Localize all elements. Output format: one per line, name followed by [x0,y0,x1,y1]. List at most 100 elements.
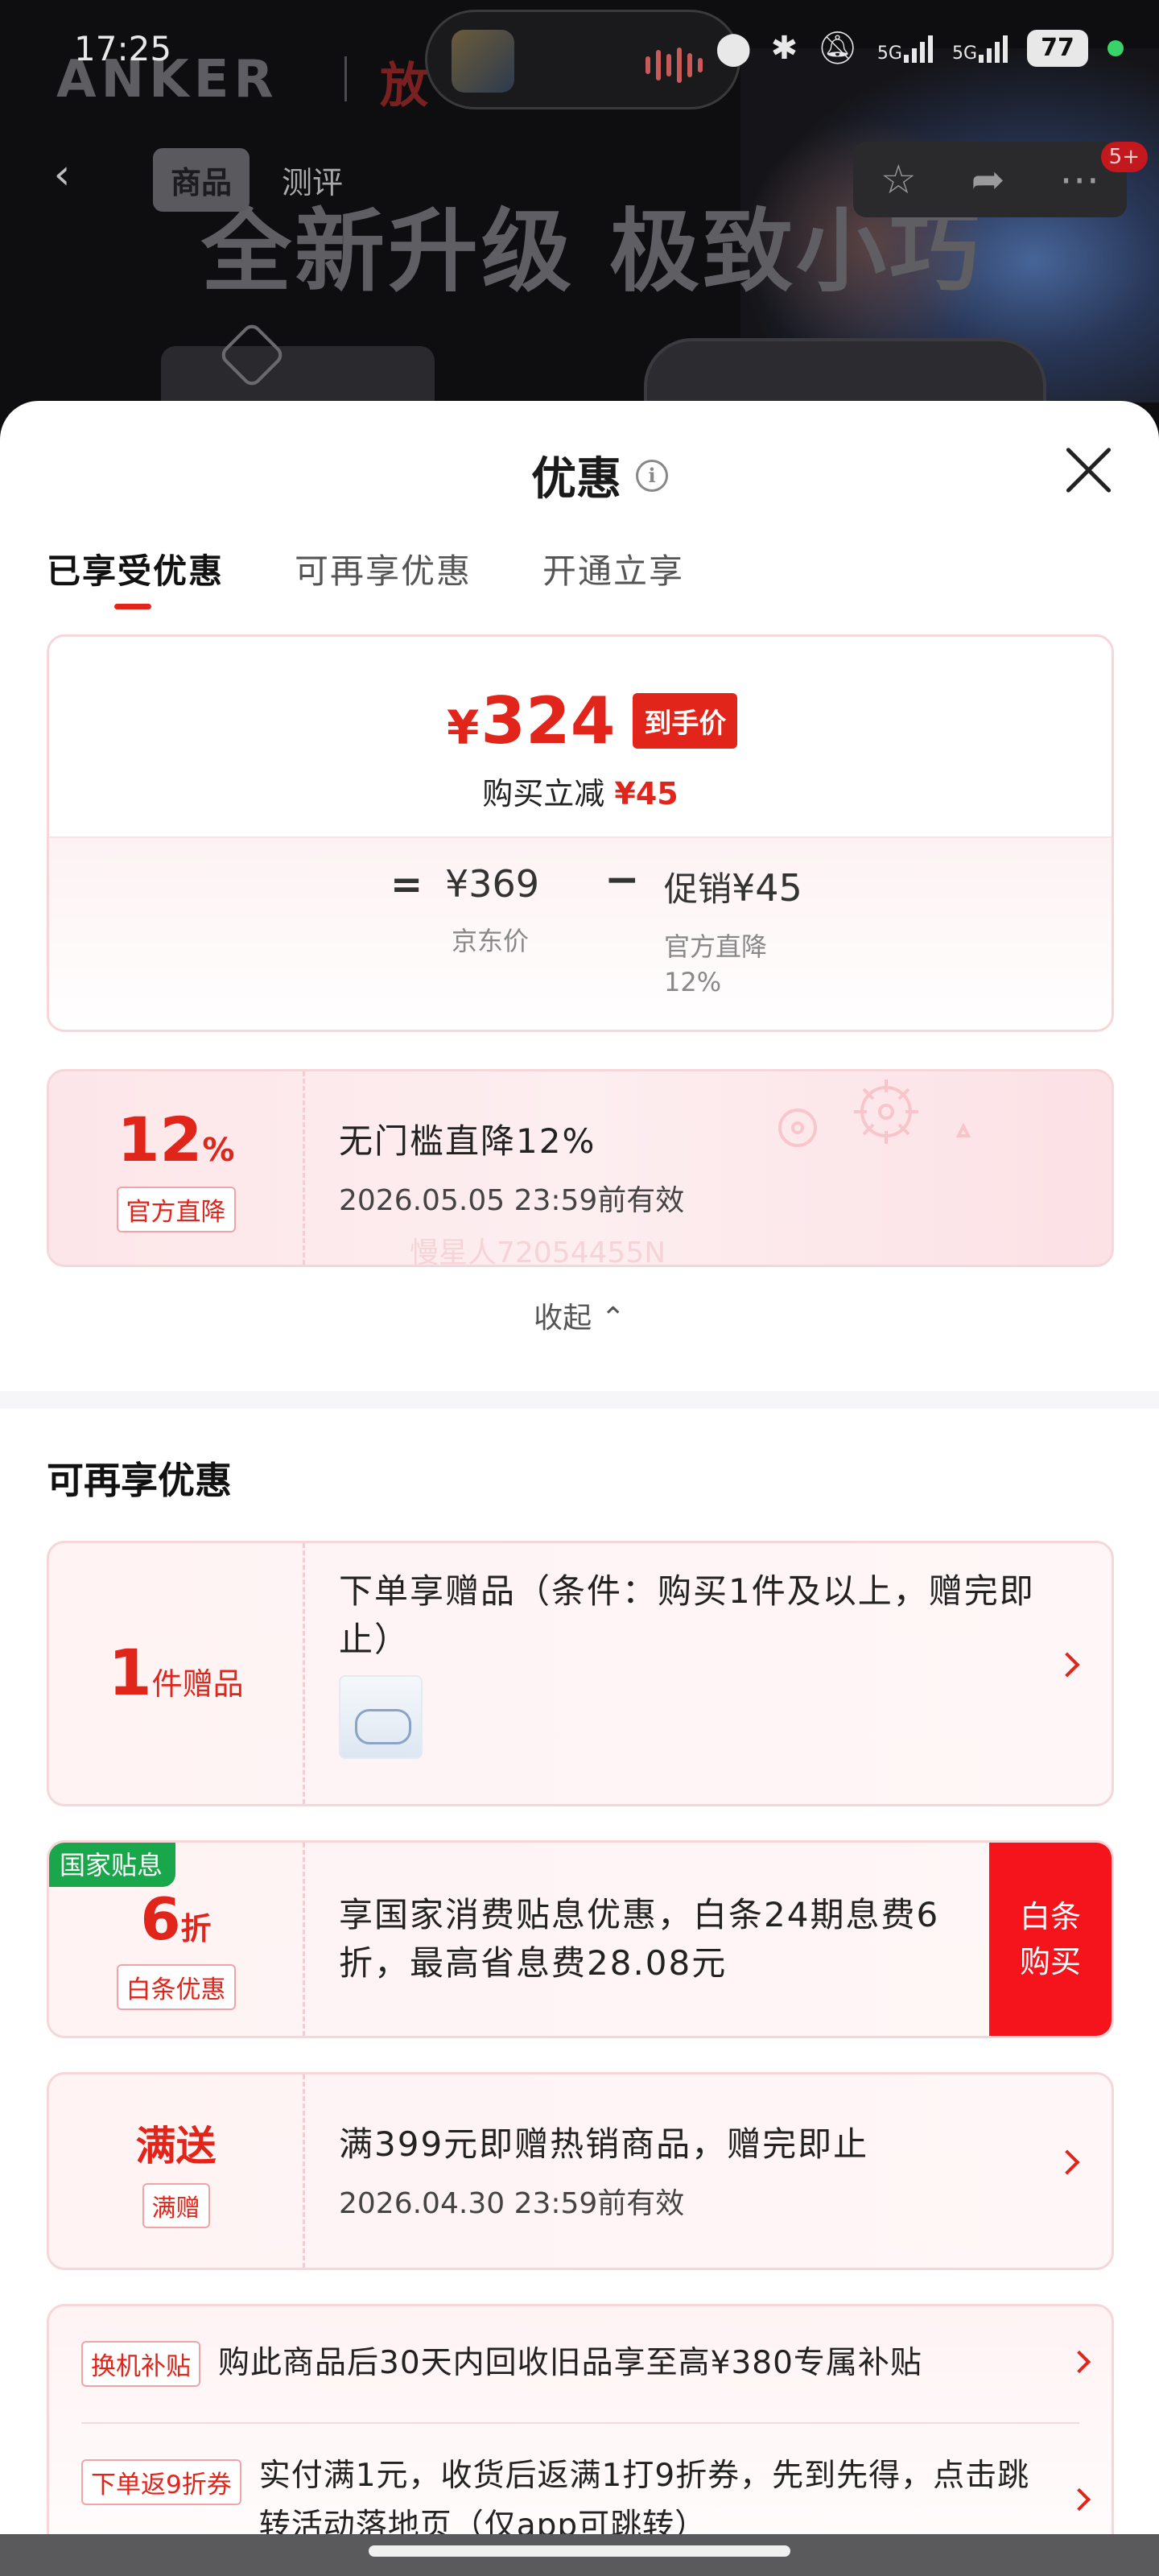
promo-prefix: 促销 [664,869,732,909]
baitiao-left: 6折 白条优惠 [49,1843,305,2036]
home-indicator[interactable] [369,2545,790,2557]
full-gift-tag: 满赠 [142,2183,210,2228]
gift-body: 下单享赠品（条件：购买1件及以上，赠完即止） [339,1543,1047,1804]
chevron-right-icon [1054,2149,1080,2175]
network-type-2: 5G [951,43,977,64]
tab-activate[interactable]: 开通立享 [542,544,684,609]
baitiao-tag: 白条优惠 [116,1963,236,2010]
sheet-header: 优惠 i [531,443,668,508]
location-icon: ⬤ [715,29,752,67]
back-button[interactable]: ‹ [32,145,92,204]
baitiao-buy-button[interactable]: 白条购买 [989,1843,1112,2036]
tab-review[interactable]: 测评 [264,148,361,212]
coupon-unit: % [202,1132,235,1169]
signal-icon-1: 5G [877,34,933,63]
row-separator [81,2422,1079,2424]
watermark-text: 慢星人72054455N [410,1236,666,1267]
reduce-line: 购买立减 ¥45 [49,769,1112,813]
audio-wave-icon [645,47,703,83]
network-type-1: 5G [876,43,902,64]
promo-value-line: 促销¥45 [664,862,802,911]
offer-gift-card[interactable]: 1件赠品 下单享赠品（条件：购买1件及以上，赠完即止） [47,1541,1114,1806]
signal-icon-2: 5G [952,34,1008,63]
collapse-button[interactable]: 收起 ⌃ [0,1294,1159,1336]
trade-in-tag: 换机补贴 [81,2340,200,2387]
chevron-up-icon: ⌃ [600,1302,625,1335]
jd-price: ¥369 [445,862,540,906]
baitiao-unit: 折 [180,1910,212,1946]
status-time: 17:25 [74,29,172,68]
baitiao-big-number: 6 [140,1885,181,1953]
gift-product-thumbnail[interactable] [339,1675,423,1759]
discount-sheet: 优惠 i 已享受优惠 可再享优惠 开通立享 ¥ 324 到手价 购买立减 ¥45… [0,401,1159,2576]
tab-product[interactable]: 商品 [153,147,250,212]
jd-price-item: ¥369 京东价 [445,862,539,959]
full-gift-expiry: 2026.04.30 23:59前有效 [339,2187,685,2220]
gift-count: 1件赠品 [108,1637,243,1710]
star-icon[interactable]: ☆ [881,156,917,203]
full-gift-title: 满399元即赠热销商品，赠完即止 [339,2124,869,2164]
final-price-tag: 到手价 [633,693,738,749]
currency-symbol: ¥ [447,700,480,755]
gift-title: 下单享赠品（条件：购买1件及以上，赠完即止） [339,1571,1035,1659]
sheet-title: 优惠 [531,453,621,506]
chevron-right-icon [1067,2350,1091,2374]
baitiao-discount: 6折 [140,1885,211,1953]
discount-tabs: 已享受优惠 可再享优惠 开通立享 [47,544,684,609]
price-breakdown: = ¥369 京东价 − 促销¥45 官方直降 12% [49,836,1112,1030]
reduce-label: 购买立减 [482,776,605,811]
bluetooth-icon: ✱ [770,29,798,67]
chevron-left-icon: ‹ [53,151,71,199]
applied-coupon-card: 12% 官方直降 无门槛直降12% 2026.05.05 23:59前有效 慢星… [47,1069,1114,1267]
full-gift-body: 满399元即赠热销商品，赠完即止 2026.04.30 23:59前有效 [339,2074,1047,2268]
baitiao-buy-label: 白条购买 [1019,1899,1081,1979]
coupon-type-tag: 官方直降 [116,1187,236,1232]
baitiao-body: 享国家消费贴息优惠，白条24期息费6折，最高省息费28.08元 [339,1843,959,2036]
full-gift-big: 满送 [135,2123,217,2169]
battery-icon: 77 [1027,29,1088,67]
promo-label-line1: 官方直降 [664,931,768,962]
gift-count-number: 1 [108,1637,152,1710]
equals-sign: = [390,862,423,907]
message-count-badge: 5+ [1100,142,1148,172]
more-icon[interactable]: ⋯ [1059,156,1099,203]
promo-item: 促销¥45 官方直降 12% [664,862,802,1000]
promo-label-line2: 12% [664,967,722,997]
close-button[interactable] [1062,444,1114,496]
status-icons: ⬤ ✱ 🔕︎ 5G 5G 77 [716,29,1124,67]
status-bar: 17:25 ⬤ ✱ 🔕︎ 5G 5G 77 [0,0,1159,109]
return-coupon-tag: 下单返9折券 [81,2459,241,2505]
final-price-value: 324 [481,683,616,758]
promo-value: ¥45 [732,866,802,910]
reduce-amount: ¥45 [614,776,678,811]
coupon-expiry: 2026.05.05 23:59前有效 [339,1184,685,1217]
dynamic-island[interactable] [425,10,740,109]
privacy-indicator-dot [1107,39,1124,56]
coupon-discount: 12% [118,1104,235,1175]
trade-in-text: 购此商品后30天内回收旧品享至高¥380专属补贴 [218,2345,922,2381]
collapse-label: 收起 [534,1302,592,1335]
jd-price-label: 京东价 [452,926,530,956]
chevron-right-icon [1054,1652,1080,1678]
offer-full-gift-card[interactable]: 满送 满赠 满399元即赠热销商品，赠完即止 2026.04.30 23:59前… [47,2072,1114,2270]
coupon-big-number: 12 [117,1104,203,1175]
media-thumbnail [452,30,514,93]
share-icon[interactable]: ➦ [971,156,1004,203]
info-icon[interactable]: i [636,459,668,492]
tab-enjoyed[interactable]: 已享受优惠 [47,544,224,609]
section-divider [0,1391,1159,1409]
tab-available[interactable]: 可再享优惠 [295,544,472,609]
gift-left: 1件赠品 [49,1543,305,1804]
product-nav-tabs: 商品 测评 [153,147,361,213]
price-summary-card: ¥ 324 到手价 购买立减 ¥45 = ¥369 京东价 − 促销¥45 官方… [47,634,1114,1032]
full-gift-left: 满送 满赠 [49,2074,305,2268]
minus-sign: − [604,856,640,904]
gift-count-unit: 件赠品 [151,1666,244,1702]
product-nav-actions: ☆ ➦ ⋯ [853,142,1127,217]
trade-in-row[interactable]: 换机补贴 购此商品后30天内回收旧品享至高¥380专属补贴 [81,2339,1091,2388]
section-title: 可再享优惠 [47,1459,232,1502]
offer-baitiao-card: 国家贴息 6折 白条优惠 享国家消费贴息优惠，白条24期息费6折，最高省息费28… [47,1840,1114,2038]
coupon-left: 12% 官方直降 [49,1071,305,1265]
mute-bell-icon: 🔕︎ [817,30,858,67]
final-price: ¥ 324 到手价 [447,683,738,758]
